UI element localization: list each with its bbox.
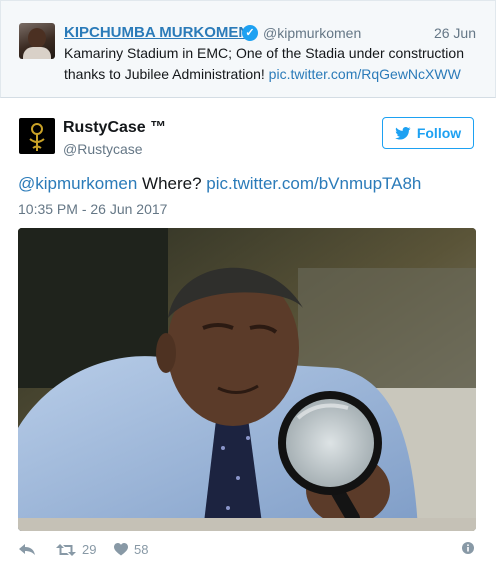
follow-label: Follow [416,125,462,141]
heart-icon [114,543,128,556]
twitter-bird-icon [395,126,411,140]
author-handle[interactable]: @Rustycase [63,141,143,157]
author-name[interactable]: RustyCase ™ [63,119,166,137]
quoted-date[interactable]: 26 Jun [434,25,476,41]
like-button[interactable]: 58 [114,542,148,557]
verified-badge-icon: ✓ [242,25,258,41]
tweet-photo[interactable] [18,228,476,531]
quoted-pic-link[interactable]: pic.twitter.com/RqGewNcXWW [269,66,461,82]
prince-symbol-icon [29,123,45,151]
tweet-body: Where? [137,174,207,193]
man-with-magnifying-glass-image [18,228,476,531]
info-icon [462,542,474,554]
pic-link[interactable]: pic.twitter.com/bVnmupTA8h [206,174,421,193]
quoted-tweet-text: Kamariny Stadium in EMC; One of the Stad… [64,43,479,85]
follow-button[interactable]: Follow [382,117,474,149]
tweet-actions: 29 58 [18,542,476,562]
retweet-count: 29 [82,542,97,557]
quoted-author-handle[interactable]: @kipmurkomen [263,25,361,41]
quoted-avatar[interactable] [19,23,55,59]
reply-icon [19,544,35,555]
tweet-text: @kipmurkomen Where? pic.twitter.com/bVnm… [18,173,421,195]
like-count: 58 [134,542,149,557]
retweet-button[interactable]: 29 [56,542,96,557]
author-avatar[interactable] [19,118,55,154]
reply-button[interactable] [18,542,36,556]
retweet-icon [56,543,76,556]
tweet-timestamp[interactable]: 10:35 PM - 26 Jun 2017 [18,201,167,217]
mention-link[interactable]: @kipmurkomen [18,174,137,193]
quoted-tweet[interactable]: KIPCHUMBA MURKOMEN ✓ @kipmurkomen 26 Jun… [0,0,496,98]
info-button[interactable] [462,542,474,554]
quoted-author-name[interactable]: KIPCHUMBA MURKOMEN [64,24,249,41]
